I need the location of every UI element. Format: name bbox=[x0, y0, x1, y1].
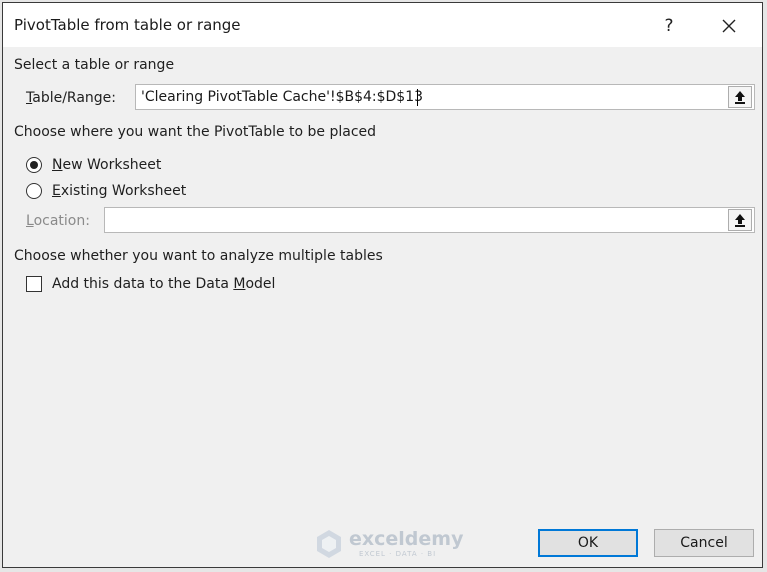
location-input[interactable] bbox=[104, 207, 755, 233]
section-multiple-tables-label: Choose whether you want to analyze multi… bbox=[14, 248, 383, 264]
pivot-dialog: PivotTable from table or range ? Select … bbox=[2, 2, 763, 568]
section-placement-label: Choose where you want the PivotTable to … bbox=[14, 124, 377, 140]
data-model-label[interactable]: Add this data to the Data Model bbox=[52, 276, 275, 292]
data-model-checkbox[interactable] bbox=[26, 276, 42, 292]
help-button[interactable]: ? bbox=[653, 12, 685, 40]
cancel-button[interactable]: Cancel bbox=[654, 529, 754, 557]
collapse-dialog-icon bbox=[735, 214, 745, 227]
location-label: Location: bbox=[26, 213, 90, 229]
watermark-name: exceldemy bbox=[349, 528, 464, 550]
exceldemy-watermark: exceldemy EXCEL · DATA · BI bbox=[315, 527, 465, 561]
new-worksheet-radio[interactable] bbox=[26, 157, 42, 173]
existing-worksheet-radio[interactable] bbox=[26, 183, 42, 199]
dialog-title: PivotTable from table or range bbox=[14, 16, 241, 34]
close-icon bbox=[722, 19, 736, 33]
location-collapse-button[interactable] bbox=[728, 209, 752, 231]
watermark-tagline: EXCEL · DATA · BI bbox=[359, 550, 437, 558]
table-range-value: 'Clearing PivotTable Cache'!$B$4:$D$13 bbox=[141, 89, 424, 105]
close-button[interactable] bbox=[711, 12, 747, 40]
section-select-range-label: Select a table or range bbox=[14, 57, 175, 73]
table-range-label: Table/Range: bbox=[26, 90, 117, 106]
collapse-dialog-icon bbox=[735, 91, 745, 104]
title-bar: PivotTable from table or range ? bbox=[3, 3, 762, 47]
existing-worksheet-label[interactable]: Existing Worksheet bbox=[52, 183, 186, 199]
exceldemy-logo-icon bbox=[317, 530, 341, 558]
table-range-input[interactable]: 'Clearing PivotTable Cache'!$B$4:$D$13 bbox=[135, 84, 755, 110]
new-worksheet-label[interactable]: New Worksheet bbox=[52, 157, 161, 173]
text-caret bbox=[417, 89, 418, 106]
ok-button[interactable]: OK bbox=[538, 529, 638, 557]
radio-selected-dot bbox=[30, 161, 38, 169]
table-range-collapse-button[interactable] bbox=[728, 86, 752, 108]
